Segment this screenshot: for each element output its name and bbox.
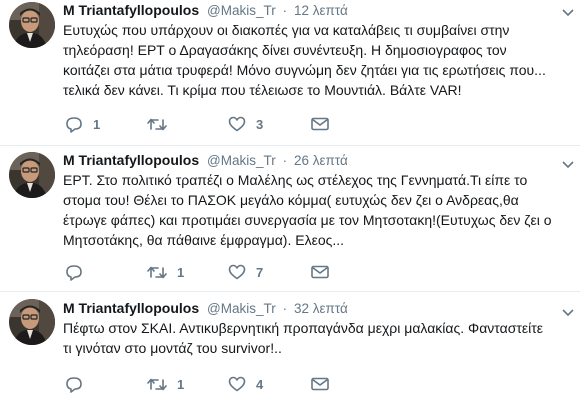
retweet-icon: [147, 378, 167, 390]
direct-message-button[interactable]: [311, 262, 329, 282]
tweet-content: M Triantafyllopoulos @Makis_Tr · 32 λεπτ…: [63, 298, 572, 358]
direct-message-button[interactable]: [311, 374, 329, 394]
tweet-text: ΕΡΤ. Στο πολιτικό τραπέζι ο Μαλέλης ως σ…: [63, 170, 572, 250]
retweet-icon: [147, 118, 167, 130]
separator-dot: ·: [282, 3, 288, 18]
reply-button[interactable]: [65, 262, 93, 282]
tweet-text-line: έτρωγε φάπες) και προτιμάει συνεργασία μ…: [63, 212, 552, 228]
tweet[interactable]: M Triantafyllopoulos @Makis_Tr · 12 λεπτ…: [0, 0, 580, 146]
avatar[interactable]: [9, 152, 55, 198]
heart-icon: [228, 264, 246, 280]
retweet-button[interactable]: 1: [147, 374, 184, 394]
tweet-text: Πέφτω στον ΣΚΑΙ. Αντικυβερνητική προπαγά…: [63, 318, 572, 358]
author-handle[interactable]: @Makis_Tr: [207, 301, 276, 316]
like-count: 7: [256, 264, 264, 280]
tweet-text: Ευτυχώς που υπάρχουν οι διακοπές για να …: [63, 20, 572, 100]
author-name[interactable]: M Triantafyllopoulos: [63, 152, 199, 168]
direct-message-button[interactable]: [311, 114, 329, 134]
timestamp[interactable]: 26 λεπτά: [294, 153, 348, 168]
tweet-actions: 1 3: [63, 114, 363, 134]
like-count: 4: [256, 376, 264, 392]
like-button[interactable]: 3: [228, 114, 263, 134]
like-button[interactable]: 7: [228, 262, 263, 282]
author-name[interactable]: M Triantafyllopoulos: [63, 300, 199, 316]
tweet-text-line: Ευτυχώς που υπάρχουν οι διακοπές για να …: [63, 22, 510, 38]
tweet-content: M Triantafyllopoulos @Makis_Tr · 26 λεπτ…: [63, 150, 572, 250]
envelope-icon: [311, 265, 329, 279]
tweet-text-line: τελικά δεν κάνει. Τι κρίμα που τέλειωσε …: [63, 82, 462, 98]
tweet-text-line: τηλεόραση! ΕΡΤ ο Δραγασάκης δίνει συνέντ…: [63, 42, 507, 58]
reply-icon: [66, 376, 82, 393]
tweet-text-line: τι γινόταν στο μοντάζ του survivor!..: [63, 340, 282, 356]
avatar[interactable]: [9, 299, 55, 345]
tweet-text-line: κοιτάζει στα μάτια τρυφερά! Μόνο συγνώμη…: [63, 62, 546, 78]
tweet[interactable]: M Triantafyllopoulos @Makis_Tr · 32 λεπτ…: [0, 292, 580, 406]
reply-icon: [66, 116, 82, 133]
reply-count: 1: [93, 116, 101, 132]
chevron-down-icon[interactable]: [562, 304, 574, 322]
like-count: 3: [256, 116, 264, 132]
tweet-header: M Triantafyllopoulos @Makis_Tr · 26 λεπτ…: [63, 150, 572, 170]
tweet-content: M Triantafyllopoulos @Makis_Tr · 12 λεπτ…: [63, 0, 572, 100]
envelope-icon: [311, 117, 329, 131]
tweet-text-line: Πέφτω στον ΣΚΑΙ. Αντικυβερνητική προπαγά…: [63, 320, 544, 336]
reply-button[interactable]: [65, 374, 93, 394]
tweet-text-line: Μητσοτάκης, θα πάθαινε έμφραγμα). Ελεος.…: [63, 232, 345, 248]
heart-icon: [228, 116, 246, 132]
separator-dot: ·: [282, 153, 288, 168]
reply-button[interactable]: 1: [65, 114, 100, 134]
tweet-header: M Triantafyllopoulos @Makis_Tr · 32 λεπτ…: [63, 298, 572, 318]
author-name[interactable]: M Triantafyllopoulos: [63, 2, 199, 18]
tweet-header: M Triantafyllopoulos @Makis_Tr · 12 λεπτ…: [63, 0, 572, 20]
timestamp[interactable]: 32 λεπτά: [294, 301, 348, 316]
avatar[interactable]: [9, 2, 55, 48]
tweet-feed: M Triantafyllopoulos @Makis_Tr · 12 λεπτ…: [0, 0, 580, 406]
reply-icon: [66, 264, 82, 281]
retweet-count: 1: [177, 376, 185, 392]
retweet-button[interactable]: 1: [147, 262, 184, 282]
heart-icon: [228, 376, 246, 392]
tweet-text-line: ΕΡΤ. Στο πολιτικό τραπέζι ο Μαλέλης ως σ…: [63, 172, 528, 188]
tweet-text-line: στομα του! Θέλει το ΠΑΣΟΚ μεγάλο κόμμα( …: [63, 192, 519, 208]
like-button[interactable]: 4: [228, 374, 263, 394]
tweet[interactable]: M Triantafyllopoulos @Makis_Tr · 26 λεπτ…: [0, 146, 580, 292]
chevron-down-icon[interactable]: [562, 4, 574, 22]
retweet-count: 1: [177, 264, 185, 280]
separator-dot: ·: [282, 301, 288, 316]
retweet-icon: [147, 266, 167, 278]
tweet-actions: 1 4: [63, 374, 363, 394]
retweet-button[interactable]: [147, 114, 177, 134]
author-handle[interactable]: @Makis_Tr: [207, 153, 276, 168]
timestamp[interactable]: 12 λεπτά: [294, 3, 348, 18]
chevron-down-icon[interactable]: [562, 156, 574, 174]
author-handle[interactable]: @Makis_Tr: [207, 3, 276, 18]
envelope-icon: [311, 377, 329, 391]
tweet-actions: 1 7: [63, 262, 363, 282]
